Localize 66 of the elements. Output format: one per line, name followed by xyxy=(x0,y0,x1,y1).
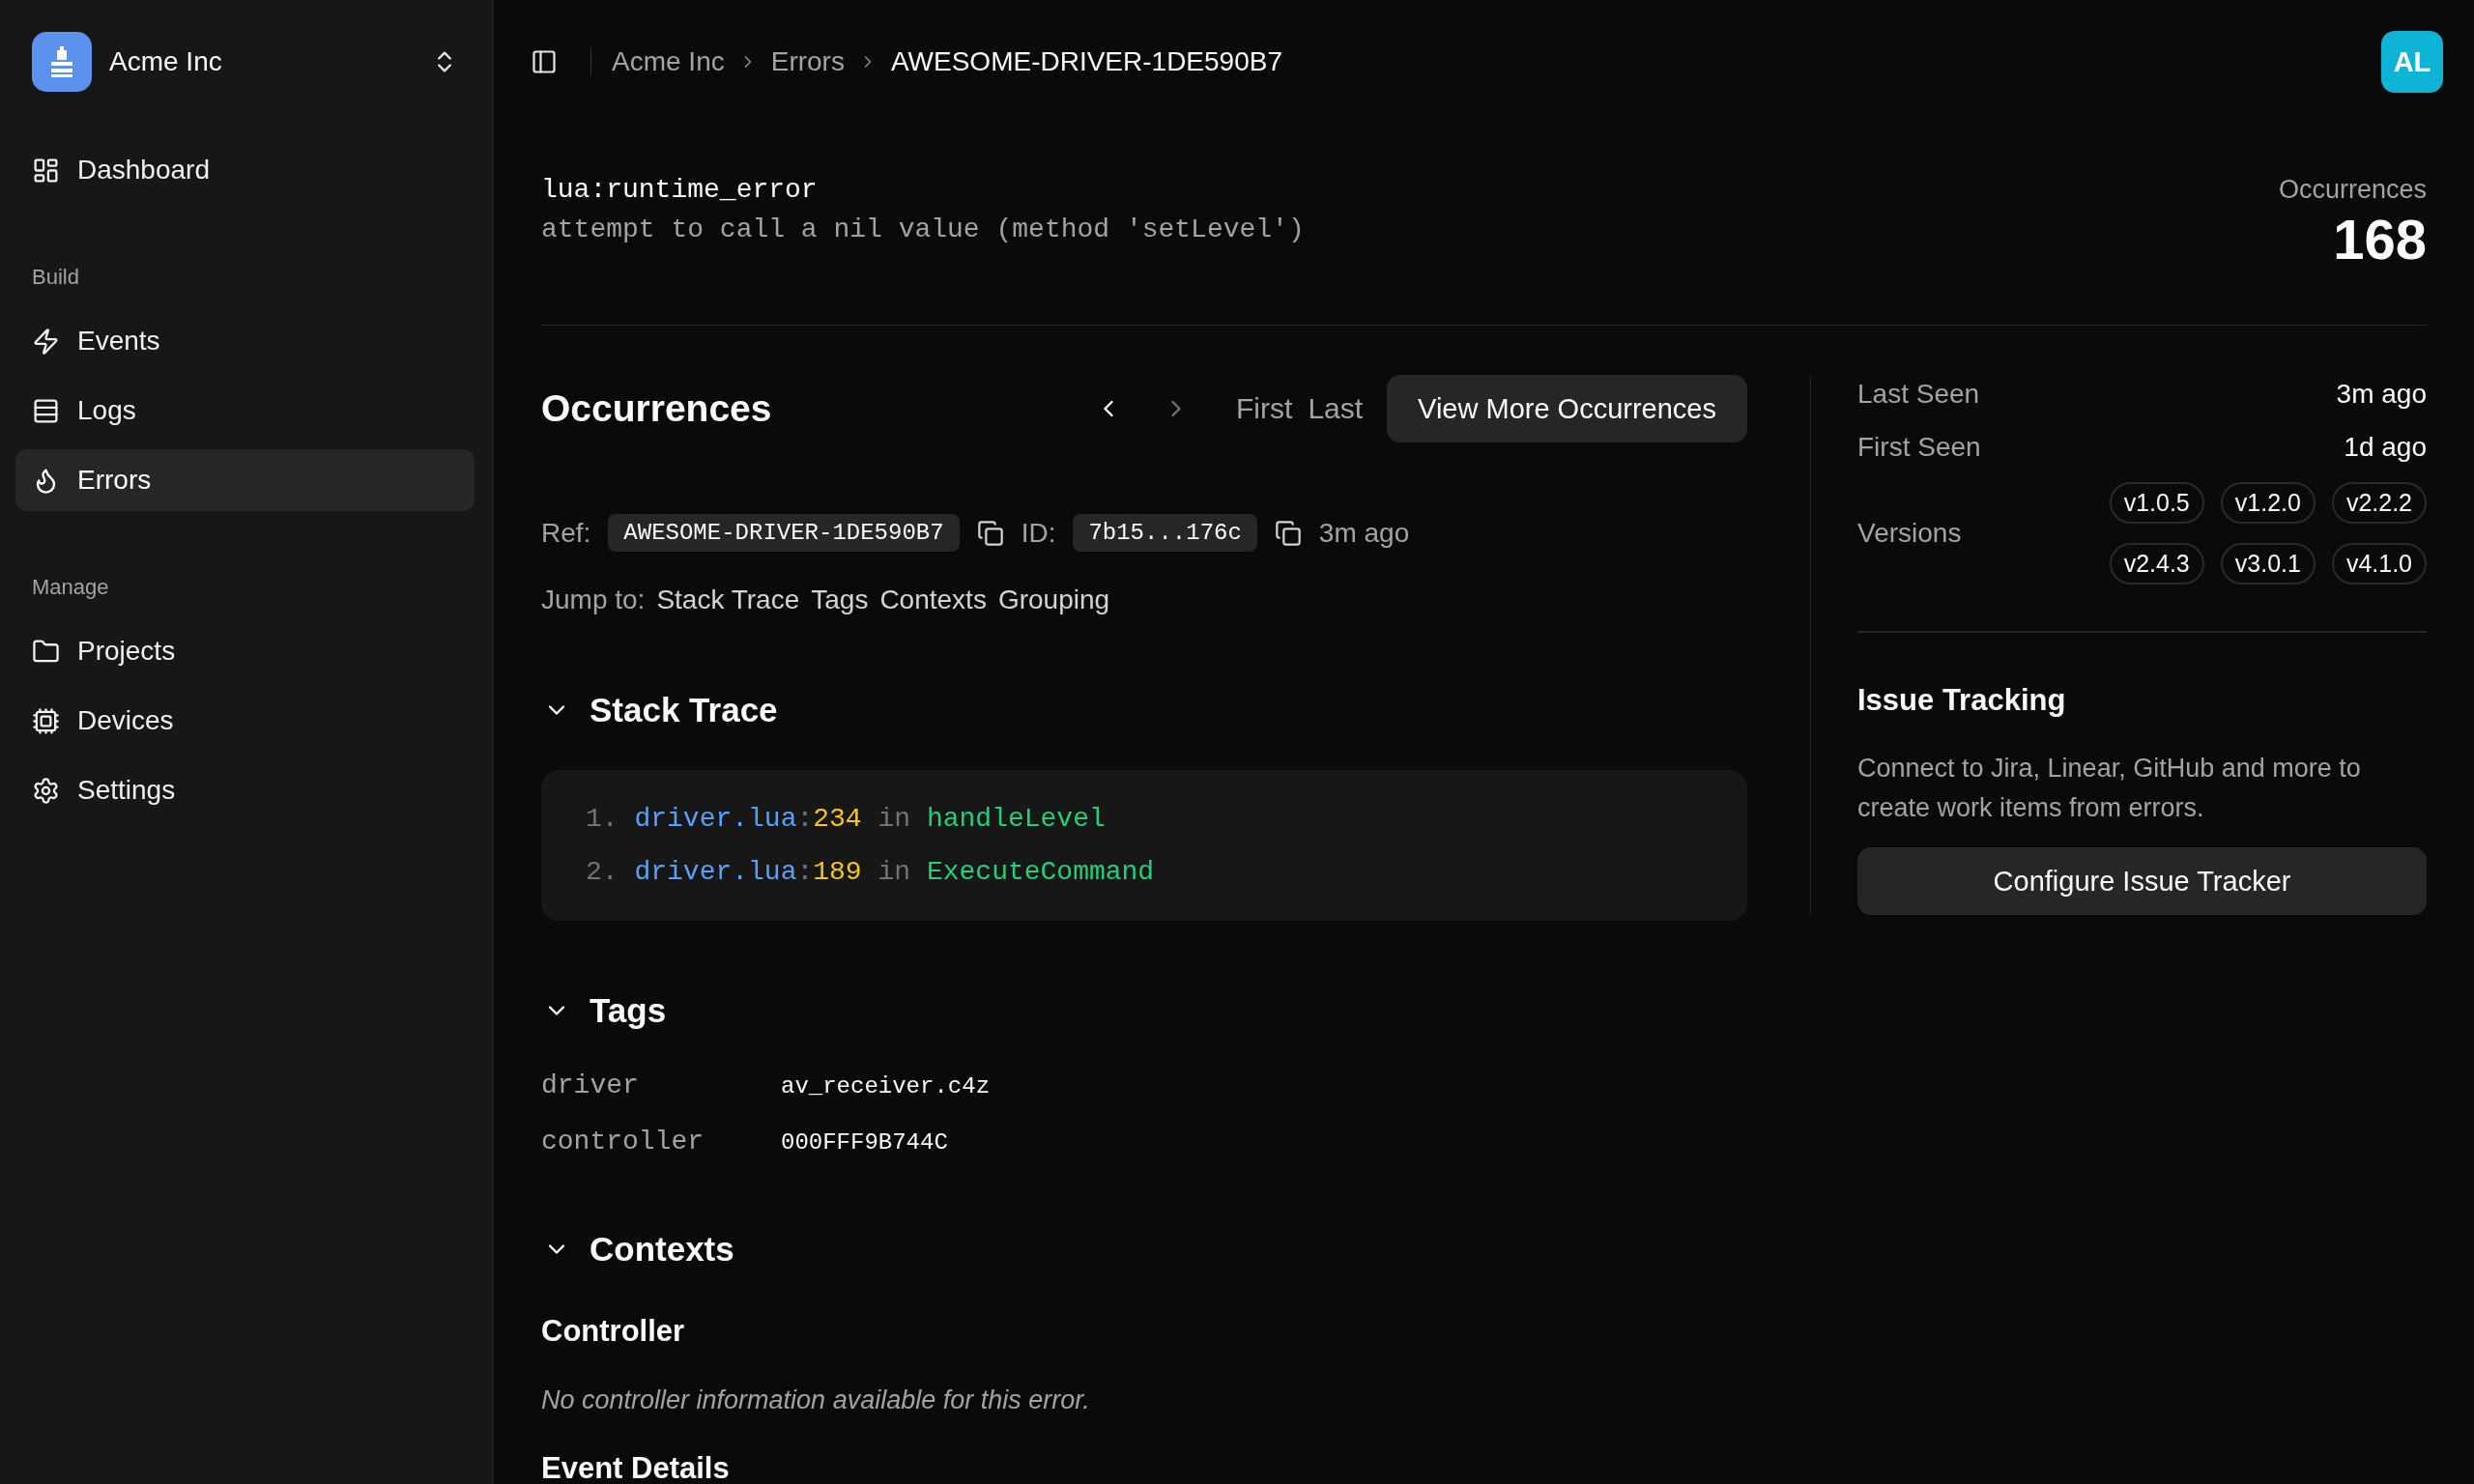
version-tag: v2.4.3 xyxy=(2109,543,2204,585)
org-name: Acme Inc xyxy=(109,46,222,77)
issue-tracking-description: Connect to Jira, Linear, GitHub and more to create work items from errors. xyxy=(1857,753,2362,824)
detail-label: Versions xyxy=(1857,518,1962,549)
jump-link[interactable]: Grouping xyxy=(997,585,1110,615)
breadcrumb-link[interactable]: Acme Inc xyxy=(612,46,725,77)
pager-link[interactable]: Last xyxy=(1308,392,1364,425)
breadcrumb-link[interactable]: Errors xyxy=(770,46,845,77)
occurrences-label: Occurrences xyxy=(2278,174,2427,206)
occurrences-heading: Occurrences xyxy=(541,387,773,430)
configure-tracker-button[interactable]: Configure Issue Tracker xyxy=(1857,847,2427,915)
version-tag: v1.2.0 xyxy=(2220,482,2316,524)
detail-value: 3m ago xyxy=(2336,379,2427,410)
detail-label: Last Seen xyxy=(1857,379,1980,410)
copy-icon[interactable] xyxy=(976,519,1004,547)
current-page-title: AWESOME-DRIVER-1DE590B7 xyxy=(890,46,1282,77)
nav-item[interactable]: Dashboard xyxy=(15,139,475,201)
section-heading: Event Details xyxy=(541,1450,730,1484)
ref-value: AWESOME-DRIVER-1DE590B7 xyxy=(608,514,960,552)
id-label: ID: xyxy=(1021,517,1056,549)
tag-key: controller xyxy=(541,1125,781,1159)
nav-item[interactable]: Logs xyxy=(15,380,475,442)
stack-frame: 2. driver.lua:189 in ExecuteCommand xyxy=(586,845,1703,899)
version-tag: v3.0.1 xyxy=(2220,543,2316,585)
stack-frame: 1. driver.lua:234 in handleLevel xyxy=(586,792,1703,845)
error-message: attempt to call a nil value (method 'setLevel') xyxy=(541,214,1305,246)
tag-value: av_receiver.c4z xyxy=(781,1072,991,1101)
detail-label: First Seen xyxy=(1857,432,1981,463)
nav-item[interactable]: Events xyxy=(15,310,475,372)
logo-icon xyxy=(32,32,92,92)
empty-message: No controller information available for this error. xyxy=(541,1384,1090,1416)
detail-value: 1d ago xyxy=(2344,432,2427,463)
pager-link[interactable]: First xyxy=(1236,392,1293,425)
nav-item[interactable]: Projects xyxy=(15,620,475,682)
nav-section-label: Manage xyxy=(31,574,110,601)
jump-link[interactable]: Tags xyxy=(811,585,869,615)
ref-label: Ref: xyxy=(541,517,591,549)
chip-icon xyxy=(32,706,60,735)
occurrence-time: 3m ago xyxy=(1318,517,1410,549)
nav-item[interactable]: Settings xyxy=(15,759,475,821)
section-toggle[interactable]: Contexts xyxy=(541,1228,734,1270)
jump-link[interactable]: Contexts xyxy=(879,585,987,615)
sidebar-toggle-icon[interactable] xyxy=(531,48,558,75)
context-heading: Controller xyxy=(541,1313,685,1350)
view-more-button[interactable]: View More Occurrences xyxy=(1387,375,1747,442)
issue-tracking-heading: Issue Tracking xyxy=(1857,682,2067,719)
section-toggle[interactable]: Tags xyxy=(541,989,667,1032)
section-toggle[interactable]: Stack Trace xyxy=(541,689,778,731)
tag-value: 000FFF9B744C xyxy=(781,1128,949,1157)
dashboard-icon xyxy=(32,156,60,185)
version-tag: v1.0.5 xyxy=(2109,482,2204,524)
rows-icon xyxy=(32,396,60,425)
jump-link[interactable]: Stack Trace xyxy=(656,585,800,615)
settings-icon xyxy=(32,776,60,805)
id-value: 7b15...176c xyxy=(1073,514,1257,552)
version-tag: v4.1.0 xyxy=(2331,543,2427,585)
nav-item[interactable]: Errors xyxy=(15,449,475,511)
nav-section-label: Build xyxy=(31,264,80,291)
nav-item[interactable]: Devices xyxy=(15,690,475,752)
copy-icon[interactable] xyxy=(1274,519,1302,547)
occurrences-count: 168 xyxy=(2333,209,2427,271)
lightning-icon xyxy=(32,327,60,356)
version-tag: v2.2.2 xyxy=(2331,482,2427,524)
error-type: lua:runtime_error xyxy=(541,174,819,207)
tag-key: driver xyxy=(541,1069,781,1103)
jump-to-label: Jump to: xyxy=(541,585,646,615)
